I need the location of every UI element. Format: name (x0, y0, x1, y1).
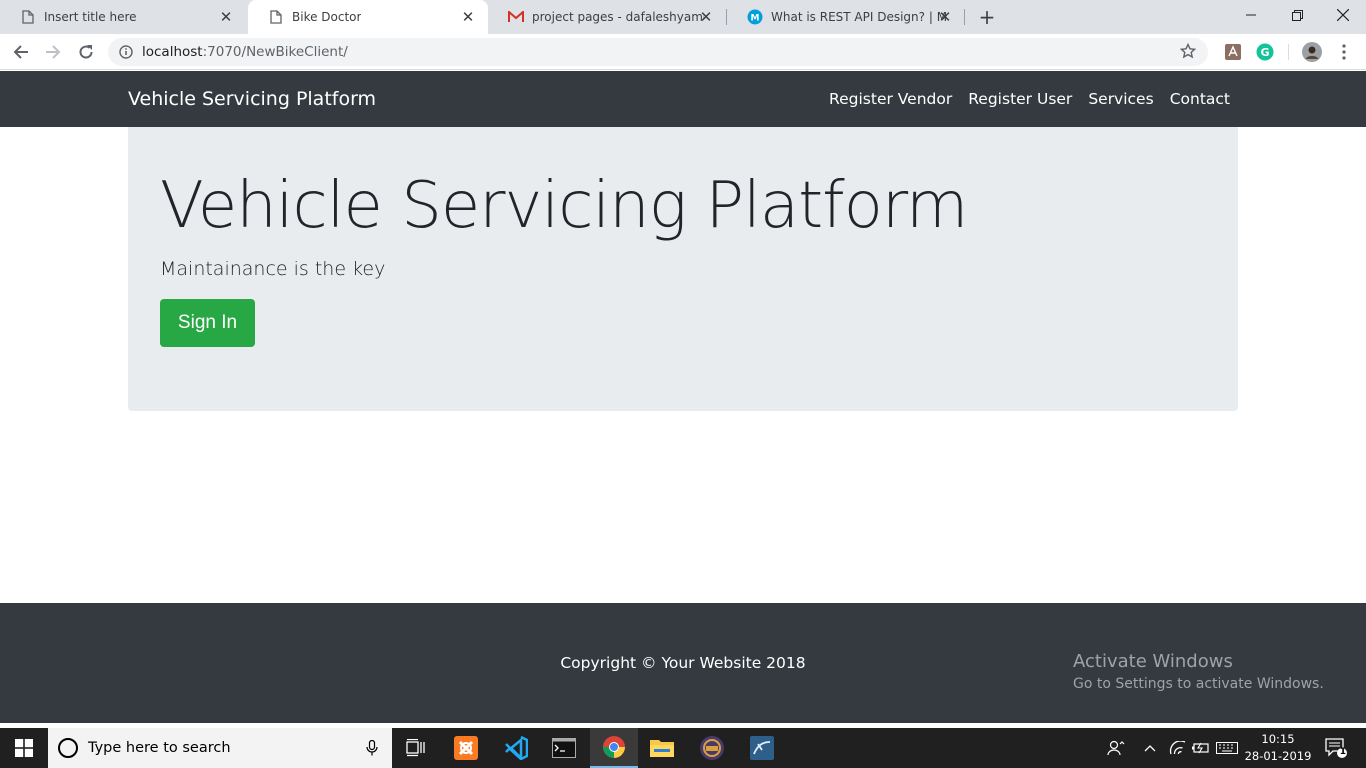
watermark-subtitle: Go to Settings to activate Windows. (1073, 676, 1324, 692)
window-close-icon[interactable] (1320, 0, 1366, 30)
grammarly-icon[interactable]: G (1255, 42, 1275, 62)
chrome-icon[interactable] (590, 728, 638, 768)
chevron-up-icon[interactable] (1140, 728, 1160, 768)
file-explorer-icon[interactable] (638, 728, 686, 768)
people-icon[interactable] (1104, 728, 1128, 768)
cortana-icon (58, 738, 78, 758)
url-host: localhost (142, 44, 203, 60)
task-view-icon[interactable] (392, 728, 440, 768)
tab-mulesoft[interactable]: M What is REST API Design? | MuleS ✕ (727, 0, 965, 34)
system-clock[interactable]: 10:15 28-01-2019 (1244, 731, 1312, 765)
menu-kebab-icon[interactable] (1334, 42, 1354, 62)
search-placeholder: Type here to search (88, 740, 231, 756)
clock-date: 28-01-2019 (1244, 749, 1312, 763)
taskbar-search-box[interactable]: Type here to search (48, 728, 392, 768)
action-center-icon[interactable]: 1 (1320, 728, 1352, 768)
nav-link-services[interactable]: Services (1088, 90, 1153, 108)
svg-text:G: G (1260, 46, 1269, 59)
watermark-title: Activate Windows (1073, 651, 1233, 672)
windows-start-icon[interactable] (0, 728, 48, 768)
tab-title: Bike Doctor (292, 10, 362, 24)
close-icon[interactable]: ✕ (698, 9, 714, 25)
browser-toolbar: localhost:7070/NewBikeClient/ G (0, 34, 1366, 70)
battery-icon[interactable] (1190, 728, 1212, 768)
url-path: :7070/NewBikeClient/ (202, 44, 348, 60)
close-icon[interactable]: ✕ (218, 9, 234, 25)
svg-text:M: M (751, 14, 760, 24)
new-tab-button[interactable]: + (976, 6, 998, 28)
pdf-extension-icon[interactable] (1223, 42, 1243, 62)
tab-bike-doctor[interactable]: Bike Doctor ✕ (248, 0, 488, 34)
site-navbar: Vehicle Servicing Platform Register Vend… (0, 71, 1366, 127)
vscode-icon[interactable] (492, 728, 540, 768)
microphone-icon[interactable] (366, 739, 378, 760)
nav-link-contact[interactable]: Contact (1170, 90, 1230, 108)
clock-time: 10:15 (1261, 732, 1295, 746)
page-icon (268, 9, 284, 25)
restore-icon[interactable] (1274, 0, 1320, 30)
close-icon[interactable]: ✕ (460, 9, 476, 25)
address-bar[interactable]: localhost:7070/NewBikeClient/ (108, 38, 1208, 66)
command-prompt-icon[interactable] (540, 728, 588, 768)
bookmark-star-icon[interactable] (1179, 42, 1197, 63)
close-icon[interactable]: ✕ (937, 9, 953, 25)
reload-icon[interactable] (73, 39, 99, 65)
forward-arrow-icon[interactable] (40, 39, 66, 65)
sign-in-button[interactable]: Sign In (160, 299, 255, 347)
page-title: Vehicle Servicing Platform (160, 169, 968, 243)
tab-title: project pages - dafaleshyam@gm (532, 10, 704, 24)
info-icon[interactable] (119, 45, 133, 63)
browser-tab-strip: Insert title here ✕ Bike Doctor ✕ projec… (0, 0, 1366, 34)
gmail-icon (508, 9, 524, 25)
tab-insert-title[interactable]: Insert title here ✕ (0, 0, 246, 34)
tab-separator (964, 9, 965, 25)
notification-badge: 1 (1339, 747, 1346, 757)
lead-text: Maintainance is the key (160, 258, 386, 280)
tab-gmail[interactable]: project pages - dafaleshyam@gm ✕ (488, 0, 726, 34)
mulesoft-icon: M (747, 9, 763, 25)
nav-link-register-vendor[interactable]: Register Vendor (829, 90, 952, 108)
activate-windows-watermark: Activate Windows Go to Settings to activ… (1073, 651, 1324, 692)
tab-title: What is REST API Design? | MuleS (771, 10, 947, 24)
java-ee-ide-icon[interactable] (688, 728, 736, 768)
keyboard-icon[interactable] (1214, 728, 1240, 768)
wifi-icon[interactable] (1166, 728, 1188, 768)
tab-title: Insert title here (44, 10, 137, 24)
windows-taskbar: Type here to search 10:15 28-01-2019 1 (0, 728, 1366, 768)
nav-link-register-user[interactable]: Register User (968, 90, 1072, 108)
navbar-links: Register Vendor Register User Services C… (829, 90, 1230, 108)
navbar-brand[interactable]: Vehicle Servicing Platform (128, 88, 376, 110)
mysql-workbench-icon[interactable] (738, 728, 786, 768)
jumbotron: Vehicle Servicing Platform Maintainance … (128, 127, 1238, 411)
site-footer: Copyright © Your Website 2018 Activate W… (0, 603, 1366, 723)
toolbar-divider (1288, 44, 1289, 60)
back-arrow-icon[interactable] (8, 39, 34, 65)
minimize-icon[interactable] (1228, 0, 1274, 30)
page-icon (20, 9, 36, 25)
xampp-icon[interactable] (442, 728, 490, 768)
profile-avatar[interactable] (1302, 42, 1322, 62)
